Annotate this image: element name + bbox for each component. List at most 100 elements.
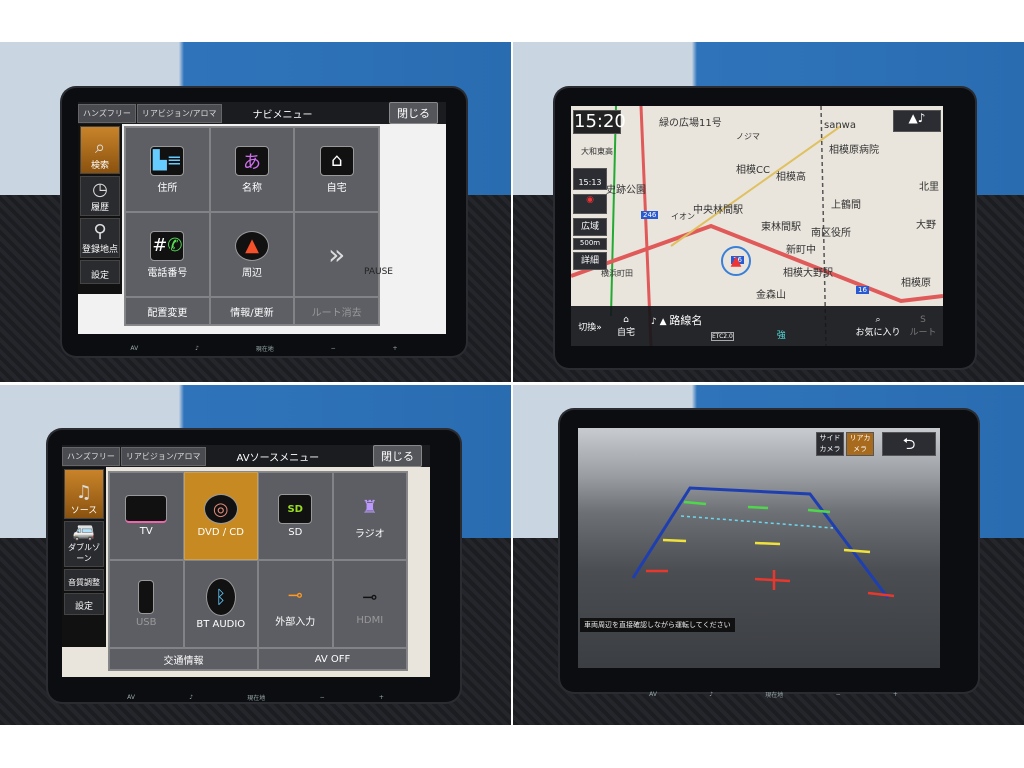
hw-plus[interactable]: +: [893, 691, 898, 698]
source-tv[interactable]: TV: [109, 472, 184, 560]
tab-handsfree[interactable]: ハンズフリー: [78, 103, 136, 123]
hw-av[interactable]: AV: [649, 691, 657, 698]
pin-icon: ⚲: [93, 221, 107, 242]
side-source[interactable]: ♫ ソース: [64, 469, 104, 519]
search-icon: ⌕: [875, 314, 881, 325]
switch-button[interactable]: 切換»: [571, 320, 609, 333]
hw-minus[interactable]: −: [836, 691, 841, 698]
rear-camera-button[interactable]: リアカメラ: [846, 432, 874, 456]
cell-label: 情報/更新: [230, 307, 274, 319]
side-history[interactable]: ◷ 履歴: [80, 176, 120, 216]
guide-dashed: [680, 515, 834, 529]
source-usb[interactable]: USB: [109, 560, 184, 648]
detail-button[interactable]: 詳細: [573, 252, 607, 270]
search-icon: ⌕: [94, 137, 106, 158]
north-arrow-icon: ▲: [908, 111, 918, 125]
route-button[interactable]: S ルート: [903, 315, 943, 338]
menu-more[interactable]: »: [294, 212, 379, 297]
av-off-button[interactable]: AV OFF: [258, 648, 407, 670]
photo-navi-menu: ハンズフリー リアビジョン/アロマ ナビメニュー 閉じる ⌕ 検索 ◷ 履歴 ⚲ 登録…: [0, 42, 511, 382]
menu-title: AVソースメニュー: [236, 452, 320, 464]
menu-name[interactable]: あ名称: [209, 127, 295, 212]
menu-route-delete[interactable]: ルート消去: [294, 297, 379, 325]
side-label: 設定: [90, 271, 109, 281]
home-button[interactable]: ⌂ 自宅: [609, 315, 643, 338]
cell-label: DVD / CD: [197, 527, 244, 538]
close-button[interactable]: 閉じる: [373, 445, 422, 467]
route-label: ルート: [909, 327, 937, 338]
side-label: 設定: [74, 602, 93, 612]
source-external-input[interactable]: ⊸ 外部入力: [258, 560, 333, 648]
side-label: 履歴: [90, 203, 109, 213]
wide-area-button[interactable]: 広域: [573, 218, 607, 236]
music-note-icon: ♫: [75, 482, 93, 503]
photo-navi-map: 緑の広場11号 sanwa 相模原病院 大和東高 相模CC 相模高 北里 史跡公…: [513, 42, 1024, 382]
phone-icon: # ✆: [150, 230, 185, 261]
hw-plus[interactable]: +: [379, 694, 384, 701]
menu-address[interactable]: ▙≡ 住所: [125, 127, 210, 212]
side-registered[interactable]: ⚲ 登録地点: [80, 218, 120, 258]
menu-phone[interactable]: # ✆ 電話番号: [125, 212, 210, 297]
photo-av-menu: ハンズフリー リアビジョン/アロマ AVソースメニュー 閉じる ♫ ソース 🚐 ダブ…: [0, 385, 511, 725]
clock: 15:20: [573, 110, 626, 134]
tab-rearvision[interactable]: リアビジョン/アロマ: [136, 103, 222, 123]
side-search[interactable]: ⌕ 検索: [80, 126, 120, 174]
hw-minus[interactable]: −: [320, 694, 325, 701]
nav-arrow-icon: ▲: [234, 230, 269, 261]
source-dvd-cd[interactable]: ◎ DVD / CD: [183, 472, 258, 560]
side-camera-button[interactable]: サイドカメラ: [816, 432, 844, 456]
map-label: 中央林間駅: [693, 205, 743, 216]
guide-yellow: [662, 538, 871, 554]
map-label: 大和東高: [581, 147, 613, 156]
close-button[interactable]: 閉じる: [389, 102, 438, 124]
hw-plus[interactable]: +: [393, 345, 398, 352]
tab-rearvision[interactable]: リアビジョン/アロマ: [120, 446, 206, 466]
map-label: イオン: [671, 212, 695, 221]
menu-home[interactable]: ⌂ 自宅: [294, 127, 379, 212]
cell-label: 周辺: [241, 267, 262, 279]
source-radio[interactable]: ♜ ラジオ: [332, 472, 407, 560]
usb-icon: [138, 580, 155, 614]
tab-handsfree[interactable]: ハンズフリー: [62, 446, 120, 466]
back-button[interactable]: ⮌: [882, 432, 936, 456]
side-dual-zone[interactable]: 🚐 ダブルゾーン: [64, 521, 104, 567]
double-chevron-icon: »: [328, 238, 346, 271]
home-icon: ⌂: [623, 314, 629, 325]
side-settings[interactable]: 設定: [64, 593, 104, 615]
hw-av[interactable]: AV: [130, 345, 138, 352]
hdmi-icon: ⊸: [362, 586, 378, 608]
route-shield: 16: [856, 286, 869, 294]
cell-label: USB: [135, 617, 157, 628]
source-sd[interactable]: SD SD: [258, 472, 333, 560]
hw-current-location[interactable]: 現在地: [256, 344, 274, 353]
favorites-button[interactable]: ⌕ お気に入り: [853, 315, 903, 338]
hw-av[interactable]: AV: [127, 694, 135, 701]
map-screen: 緑の広場11号 sanwa 相模原病院 大和東高 相模CC 相模高 北里 史跡公…: [571, 106, 943, 346]
source-hdmi[interactable]: ⊸ HDMI: [332, 560, 407, 648]
compass-icon[interactable]: ◉: [573, 194, 607, 214]
map-label: 上鶴間: [831, 200, 861, 211]
hw-minus[interactable]: −: [331, 345, 336, 352]
hw-current-location[interactable]: 現在地: [247, 693, 265, 702]
etc-badge: ETC2.0: [711, 331, 734, 341]
map-label: 緑の広場11号: [659, 118, 722, 129]
map-label: 史跡公園: [606, 185, 646, 196]
hw-music-icon[interactable]: ♪: [195, 345, 199, 352]
hw-music-icon[interactable]: ♪: [189, 694, 193, 701]
map-label: 金森山: [756, 290, 786, 301]
side-sound-adjust[interactable]: 音質調整: [64, 569, 104, 591]
hw-music-icon[interactable]: ♪: [709, 691, 713, 698]
side-settings[interactable]: 設定: [80, 260, 120, 284]
guide-green: [683, 500, 831, 514]
source-bt-audio[interactable]: ᛒ BT AUDIO: [183, 560, 258, 648]
hw-current-location[interactable]: 現在地: [765, 690, 783, 699]
phone-glyph: #: [152, 235, 168, 256]
traffic-info-button[interactable]: 交通情報: [109, 648, 258, 670]
menu-info-update[interactable]: 情報/更新: [209, 297, 295, 325]
nav-audio-toggle-button[interactable]: ▲♪: [893, 110, 941, 132]
cell-label: 交通情報: [163, 655, 204, 667]
switch-label: 切換: [578, 322, 597, 333]
menu-nearby[interactable]: ▲ 周辺: [209, 212, 295, 297]
menu-layout[interactable]: 配置変更: [125, 297, 210, 325]
safety-warning: 車両周辺を直接確認しながら運転してください: [580, 618, 735, 632]
